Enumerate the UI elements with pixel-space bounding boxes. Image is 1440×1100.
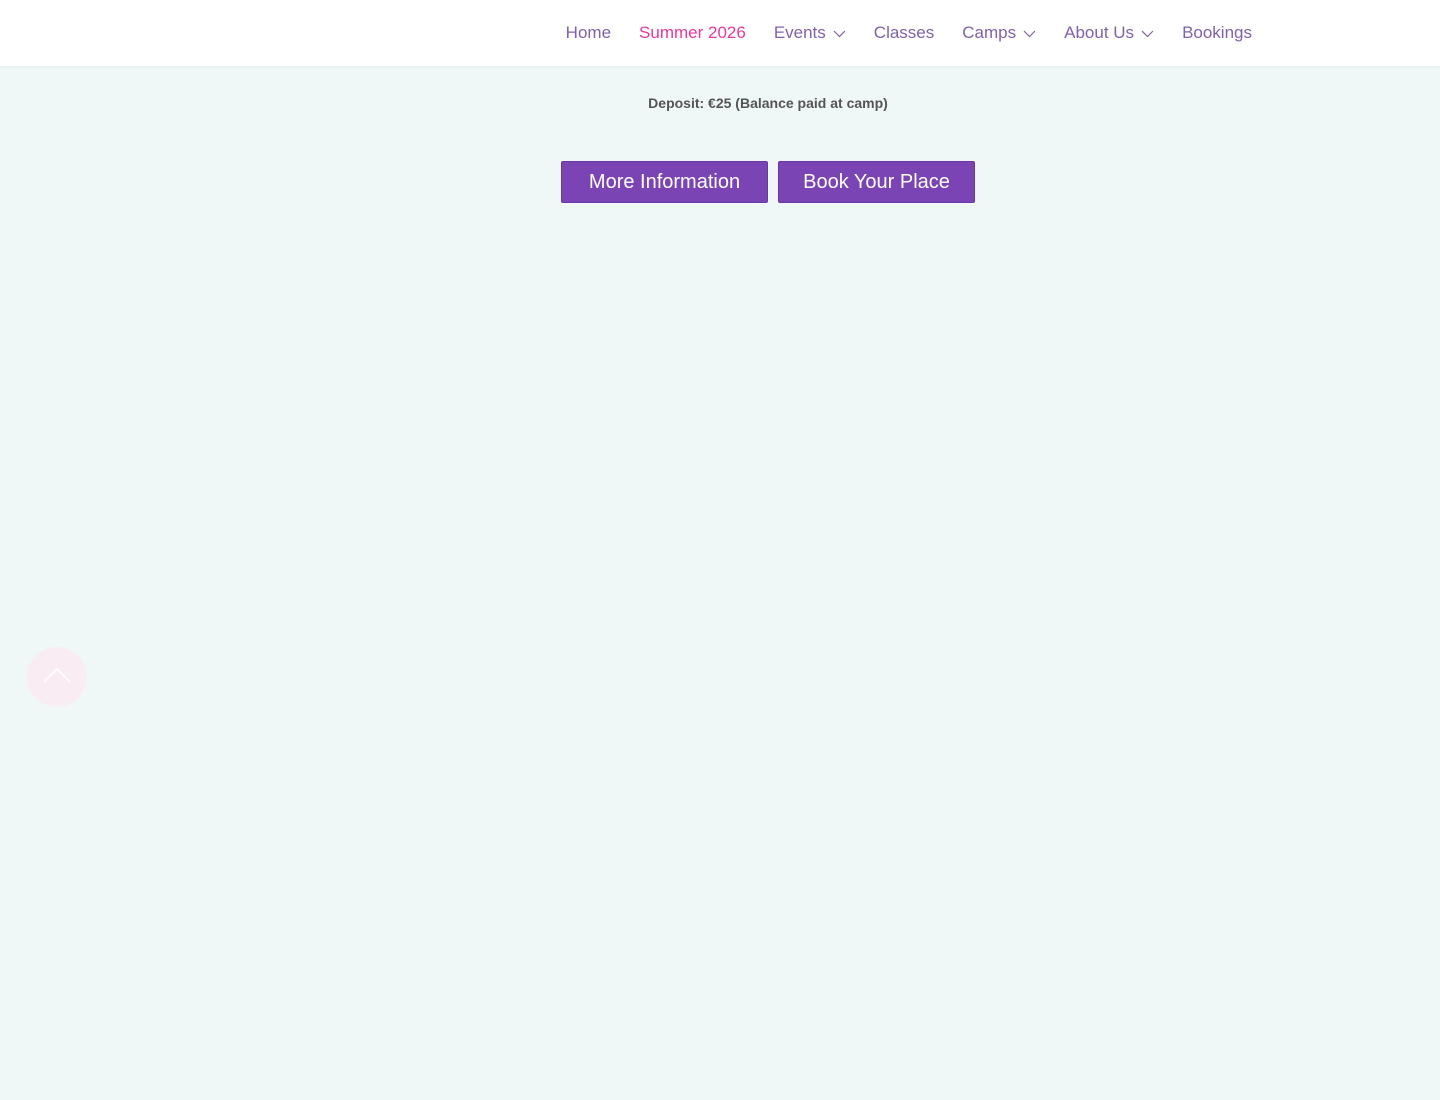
chevron-down-icon	[1141, 27, 1154, 40]
nav-item-label: Camps	[962, 23, 1017, 42]
chevron-up-icon	[42, 666, 72, 689]
nav-item-summer-2026[interactable]: Summer 2026	[639, 23, 746, 43]
deposit-info: Deposit: €25 (Balance paid at camp)	[648, 95, 888, 111]
chevron-down-icon	[833, 27, 846, 40]
scroll-to-top-button[interactable]	[27, 647, 87, 707]
nav-item-camps[interactable]: Camps	[962, 23, 1036, 43]
nav-item-label: About Us	[1064, 23, 1135, 42]
nav-item-classes[interactable]: Classes	[874, 23, 934, 43]
nav-item-label: Classes	[873, 23, 935, 42]
nav-item-events[interactable]: Events	[774, 23, 846, 43]
more-information-button[interactable]: More Information	[561, 161, 768, 203]
nav-item-about-us[interactable]: About Us	[1064, 23, 1154, 43]
chevron-down-icon	[1023, 27, 1036, 40]
nav-item-label: Events	[773, 23, 826, 42]
nav-item-home[interactable]: Home	[566, 23, 611, 43]
nav-item-label: Home	[565, 23, 612, 42]
action-buttons: More Information Book Your Place	[561, 161, 975, 203]
book-your-place-button[interactable]: Book Your Place	[778, 161, 975, 203]
nav-item-label: Bookings	[1182, 23, 1252, 42]
site-header: Home Summer 2026 Events Classes Camps Ab…	[0, 0, 1440, 66]
main-nav: Home Summer 2026 Events Classes Camps Ab…	[566, 0, 1252, 66]
nav-item-label: Summer 2026	[639, 23, 746, 42]
nav-item-bookings[interactable]: Bookings	[1182, 23, 1252, 43]
